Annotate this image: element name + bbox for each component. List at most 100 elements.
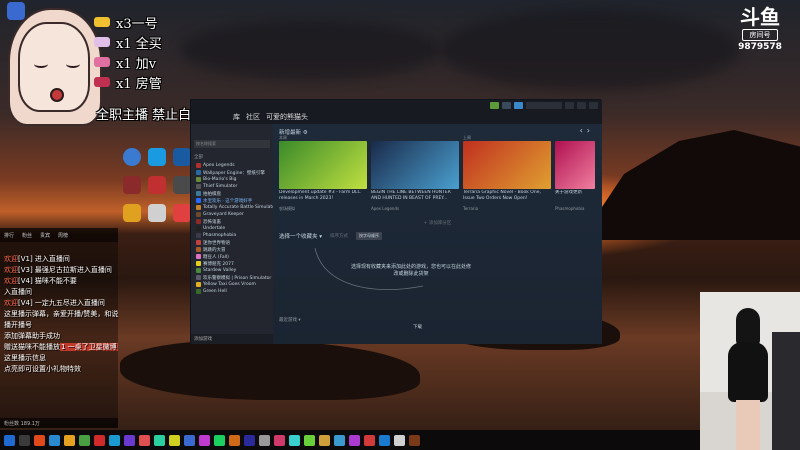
chat-tab[interactable]: 贵宾: [40, 232, 50, 239]
taskbar-app-icon[interactable]: [229, 434, 240, 446]
collection-dropdown[interactable]: 选择一个收藏夹 ▾: [279, 232, 322, 240]
nav-community[interactable]: 社区: [246, 112, 260, 122]
taskbar-app-icon[interactable]: [334, 434, 345, 446]
sidebar-section-all[interactable]: 全部: [191, 152, 273, 162]
taskbar-app-icon[interactable]: [19, 434, 30, 446]
recent-games-toggle[interactable]: 最近游戏 ▾: [279, 317, 301, 323]
taskbar-app-icon[interactable]: [274, 434, 285, 446]
minimize-button[interactable]: [565, 101, 574, 109]
chat-tab[interactable]: 周榜: [58, 232, 68, 239]
sidebar-game-item[interactable]: Undertale: [191, 225, 273, 232]
chat-text: [V4] 猫咪不能不要: [18, 277, 77, 285]
news-title: BEGIN THE LINE BETWEEN HUNTER AND HUNTED…: [371, 190, 451, 201]
taskbar-app-icon[interactable]: [409, 434, 420, 446]
chat-panel: 排行 粉丝 贵宾 周榜 欢迎[V1] 进入直播间 欢迎[V3] 最强尼古拉斯进入直…: [0, 228, 118, 428]
nav-profile[interactable]: 可爱的熊猫头: [266, 112, 308, 122]
taskbar-app-icon[interactable]: [214, 434, 225, 446]
taskbar-app-icon[interactable]: [259, 434, 270, 446]
taskbar-app-icon[interactable]: [49, 434, 60, 446]
sidebar-game-item[interactable]: Totally Accurate Battle Simulator: [191, 204, 273, 211]
taskbar-app-icon[interactable]: [349, 434, 360, 446]
taskbar-app-icon[interactable]: [34, 434, 45, 446]
sidebar-game-item[interactable]: Graveyard Keeper: [191, 211, 273, 218]
chat-tab[interactable]: 粉丝: [22, 232, 32, 239]
sidebar-game-item[interactable]: Apex Legends: [191, 162, 273, 169]
news-card[interactable]: 本周 Development update #3 - Farm DLC rele…: [279, 135, 367, 213]
sidebar-game-item[interactable]: Green Hell: [191, 288, 273, 295]
gift-icon: [94, 17, 110, 27]
chat-text: [V3] 最强尼古拉斯进入直播间: [18, 266, 112, 274]
taskbar-app-icon[interactable]: [124, 434, 135, 446]
news-card[interactable]: 关于游戏更新 Phasmophobia: [555, 141, 595, 213]
taskbar-app-icon[interactable]: [184, 434, 195, 446]
taskbar-app-icon[interactable]: [169, 434, 180, 446]
sidebar-game-item[interactable]: 跳跳的大冒: [191, 246, 273, 253]
add-shelf-button[interactable]: + 添加库分区: [273, 220, 602, 226]
gift-label: x1 加v: [116, 56, 157, 72]
taskbar-app-icon[interactable]: [364, 434, 375, 446]
sidebar-game-item[interactable]: 糖豆人 (Fall): [191, 253, 273, 260]
chat-message: 入直播间: [0, 287, 118, 298]
friends-button[interactable]: [490, 101, 499, 109]
taskbar-app-icon[interactable]: [379, 434, 390, 446]
sidebar-game-item[interactable]: 迷你世界物语: [191, 239, 273, 246]
taskbar-app-icon[interactable]: [154, 434, 165, 446]
maximize-button[interactable]: [577, 101, 586, 109]
news-game: Terraria: [463, 206, 479, 211]
taskbar-app-icon[interactable]: [79, 434, 90, 446]
sidebar-game-item[interactable]: 拍拍棋盘: [191, 190, 273, 197]
cam-shelf: [772, 332, 800, 450]
cam-person-legs: [736, 400, 760, 450]
user-menu[interactable]: [526, 101, 562, 109]
taskbar-app-icon[interactable]: [289, 434, 300, 446]
desktop-icon[interactable]: [120, 204, 144, 222]
sidebar-game-item[interactable]: 恐怖鬼畜: [191, 218, 273, 225]
sidebar-game-item[interactable]: Wallpaper Engine：壁纸引擎: [191, 169, 273, 176]
downloads-button[interactable]: 下载: [413, 324, 422, 330]
chat-text: 这里播示信息: [4, 354, 46, 362]
avatar-icon[interactable]: [514, 101, 523, 109]
nav-library[interactable]: 库: [233, 112, 240, 122]
desktop-icon[interactable]: [145, 176, 169, 194]
taskbar-app-icon[interactable]: [64, 434, 75, 446]
taskbar-app-icon[interactable]: [394, 434, 405, 446]
news-card[interactable]: 上周 Terraria Graphic Novel - Book One, Is…: [463, 135, 551, 213]
game-name: Totally Accurate Battle Simulator: [203, 205, 273, 210]
sidebar-game-item[interactable]: Bio-Mario's Big: [191, 176, 273, 183]
add-game-button[interactable]: 添加游戏: [191, 334, 273, 344]
sidebar-game-item[interactable]: 欢乐警察模拟 | Prison Simulator: [191, 274, 273, 281]
game-icon: [196, 282, 201, 287]
taskbar-app-icon[interactable]: [109, 434, 120, 446]
desktop-icon[interactable]: [120, 148, 144, 166]
taskbar-app-icon[interactable]: [94, 434, 105, 446]
sidebar-game-item[interactable]: Phasmophobia: [191, 232, 273, 239]
desktop-icon[interactable]: [145, 204, 169, 222]
game-name: 拍拍棋盘: [203, 191, 221, 197]
chat-tab[interactable]: 排行: [4, 232, 14, 239]
sidebar-game-item[interactable]: Thief Simulator: [191, 183, 273, 190]
desktop-icon[interactable]: [145, 148, 169, 166]
sidebar-game-item[interactable]: Yellow Taxi Goes Vroom: [191, 281, 273, 288]
taskbar-app-icon[interactable]: [304, 434, 315, 446]
desktop-icon[interactable]: [120, 176, 144, 194]
chat-text: 赠送猫咪不能播放: [4, 343, 60, 351]
taskbar-app-icon[interactable]: [319, 434, 330, 446]
chevron-right-icon[interactable]: ›: [587, 126, 590, 135]
chevron-left-icon[interactable]: ‹: [580, 126, 583, 135]
sort-dropdown[interactable]: 按字母顺序: [356, 232, 383, 240]
taskbar-app-icon[interactable]: [139, 434, 150, 446]
sidebar-game-item[interactable]: Stardew Valley: [191, 267, 273, 274]
taskbar-app-icon[interactable]: [199, 434, 210, 446]
cloud: [440, 10, 740, 90]
close-button[interactable]: [589, 101, 598, 109]
taskbar-app-icon[interactable]: [244, 434, 255, 446]
cam-person-body: [728, 342, 768, 402]
sidebar-game-item[interactable]: 赛博朋克 2077: [191, 260, 273, 267]
news-card[interactable]: BEGIN THE LINE BETWEEN HUNTER AND HUNTED…: [371, 141, 459, 213]
chat-message: 欢迎[V4] 一定九五尽进入直播间: [0, 298, 118, 309]
notifications-icon[interactable]: [502, 101, 511, 109]
sidebar-search-input[interactable]: 按名称搜索: [194, 140, 270, 148]
start-icon[interactable]: [4, 434, 15, 446]
sidebar-game-item[interactable]: 水宝欢乐 · 这个游戏好手: [191, 197, 273, 204]
chat-text: 播开播号: [4, 321, 32, 329]
